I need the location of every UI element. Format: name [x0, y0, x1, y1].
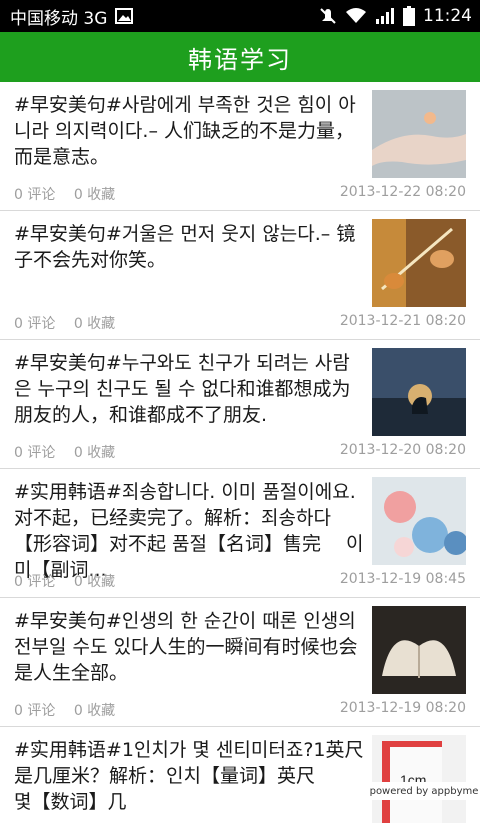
favorite-count[interactable]: 0 收藏: [74, 316, 115, 332]
page-title: 韩语学习: [188, 45, 292, 74]
post-meta: 0 评论 0 收藏 2013-12-21 08:20: [14, 313, 466, 333]
post-date: 2013-12-20 08:20: [339, 442, 466, 458]
status-bar: 中国移动 3G 11:24: [0, 0, 480, 32]
post-meta: 0 评论 0 收藏 2013-12-20 08:20: [14, 442, 466, 462]
signal-icon: [375, 7, 395, 25]
mute-icon: [319, 7, 337, 25]
favorite-count[interactable]: 0 收藏: [74, 574, 115, 590]
post-text: #早安美句#사람에게 부족한 것은 힘이 아니라 의지력이다.– 人们缺乏的不是…: [14, 94, 356, 168]
post-meta: 0 评论 0 收藏 2013-12-19 08:20: [14, 700, 466, 720]
post-text: #实用韩语#1인치가 몇 센티미터죠?1英尺是几厘米？解析：인치【量词】英尺 몇…: [14, 739, 364, 813]
list-item[interactable]: #早安美句#인생의 한 순간이 때론 인생의 전부일 수도 있다人生的一瞬间有时…: [0, 598, 480, 727]
powered-by-label: powered by appbyme: [368, 782, 480, 800]
carrier-label: 中国移动 3G: [10, 8, 108, 29]
post-text: #早安美句#누구와도 친구가 되려는 사람은 누구의 친구도 될 수 없다和谁都…: [14, 352, 351, 426]
post-date: 2013-12-21 08:20: [339, 313, 466, 329]
post-meta: 0 评论 0 收藏 2013-12-19 08:45: [14, 571, 466, 591]
comment-count[interactable]: 0 评论: [14, 187, 55, 203]
app-title-bar: 韩语学习: [0, 32, 480, 82]
comment-count[interactable]: 0 评论: [14, 574, 55, 590]
post-date: 2013-12-19 08:20: [339, 700, 466, 716]
post-thumbnail-seaside: [372, 348, 466, 436]
list-item[interactable]: #实用韩语#죄송합니다. 이미 품절이에요.对不起，已经卖完了。解析：죄송하다【…: [0, 469, 480, 598]
image-notification-icon: [115, 8, 134, 24]
post-thumbnail-ruler: 1cm: [372, 735, 466, 823]
comment-count[interactable]: 0 评论: [14, 445, 55, 461]
post-meta: 0 评论 0 收藏 2013-12-22 08:20: [14, 184, 466, 204]
post-text: #实用韩语#죄송합니다. 이미 품절이에요.对不起，已经卖完了。解析：죄송하다【…: [14, 481, 364, 581]
post-date: 2013-12-22 08:20: [339, 184, 466, 200]
list-item[interactable]: #早安美句#거울은 먼저 웃지 않는다.– 镜子不会先对你笑。 0 评论 0 收…: [0, 211, 480, 340]
comment-count[interactable]: 0 评论: [14, 316, 55, 332]
post-thumbnail-book-heart: [372, 606, 466, 694]
favorite-count[interactable]: 0 收藏: [74, 703, 115, 719]
clock-time: 11:24: [423, 6, 472, 26]
post-date: 2013-12-19 08:45: [339, 571, 466, 587]
post-text: #早安美句#인생의 한 순간이 때론 인생의 전부일 수도 있다人生的一瞬间有时…: [14, 610, 358, 684]
comment-count[interactable]: 0 评论: [14, 703, 55, 719]
list-item[interactable]: #早安美句#사람에게 부족한 것은 힘이 아니라 의지력이다.– 人们缺乏的不是…: [0, 82, 480, 211]
battery-icon: [403, 6, 415, 26]
post-thumbnail-hand: [372, 90, 466, 178]
post-thumbnail-balloons: [372, 477, 466, 565]
wifi-icon: [345, 7, 367, 25]
favorite-count[interactable]: 0 收藏: [74, 187, 115, 203]
favorite-count[interactable]: 0 收藏: [74, 445, 115, 461]
post-thumbnail-mirror-cat: [372, 219, 466, 307]
list-item[interactable]: #早安美句#누구와도 친구가 되려는 사람은 누구의 친구도 될 수 없다和谁都…: [0, 340, 480, 469]
post-list: #早安美句#사람에게 부족한 것은 힘이 아니라 의지력이다.– 人们缺乏的不是…: [0, 82, 480, 837]
post-text: #早安美句#거울은 먼저 웃지 않는다.– 镜子不会先对你笑。: [14, 223, 356, 271]
